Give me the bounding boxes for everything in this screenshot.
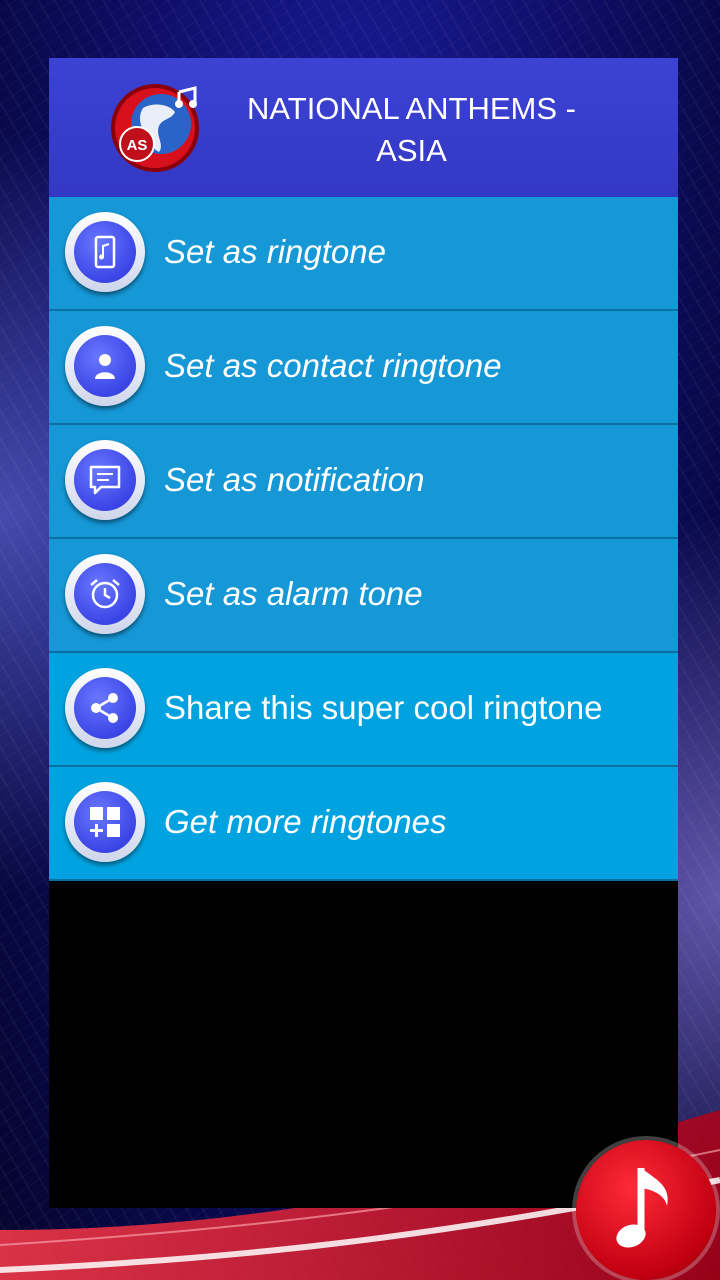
icon-button — [65, 326, 145, 406]
contact-icon — [95, 354, 115, 379]
alarm-clock-icon — [90, 579, 120, 609]
menu-item-label: Share this super cool ringtone — [164, 689, 603, 726]
app-logo: AS — [111, 84, 199, 172]
menu-item-set-ringtone[interactable]: Set as ringtone — [49, 197, 678, 311]
icon-button — [65, 668, 145, 748]
music-note-icon — [616, 1168, 668, 1248]
menu-item-set-notification[interactable]: Set as notification — [49, 425, 678, 539]
page-title: NATIONAL ANTHEMS - ASIA — [209, 88, 614, 172]
phone-music-icon — [94, 235, 116, 269]
icon-button — [65, 212, 145, 292]
play-ringtone-button[interactable] — [576, 1140, 716, 1280]
menu-item-label: Set as notification — [164, 461, 425, 498]
menu-item-label: Set as alarm tone — [164, 575, 423, 612]
title-line-2: ASIA — [376, 133, 447, 168]
icon-button — [65, 554, 145, 634]
menu-item-set-contact-ringtone[interactable]: Set as contact ringtone — [49, 311, 678, 425]
icon-button — [65, 440, 145, 520]
menu-item-get-more[interactable]: Get more ringtones — [49, 767, 678, 881]
app-header: AS NATIONAL ANTHEMS - ASIA — [49, 58, 678, 197]
message-icon — [89, 465, 121, 495]
main-panel: AS NATIONAL ANTHEMS - ASIA Set as ringto… — [49, 58, 678, 1208]
menu-item-share[interactable]: Share this super cool ringtone — [49, 653, 678, 767]
title-line-1: NATIONAL ANTHEMS - — [247, 91, 576, 126]
apps-add-icon — [90, 807, 120, 837]
share-icon — [91, 693, 118, 723]
menu-item-label: Get more ringtones — [164, 803, 447, 840]
menu-item-label: Set as ringtone — [164, 233, 386, 270]
icon-button — [65, 782, 145, 862]
app-logo-text: AS — [127, 137, 148, 154]
menu-item-label: Set as contact ringtone — [164, 347, 502, 384]
menu-item-set-alarm-tone[interactable]: Set as alarm tone — [49, 539, 678, 653]
action-menu: Set as ringtone Set as contact ringtone — [49, 197, 678, 881]
